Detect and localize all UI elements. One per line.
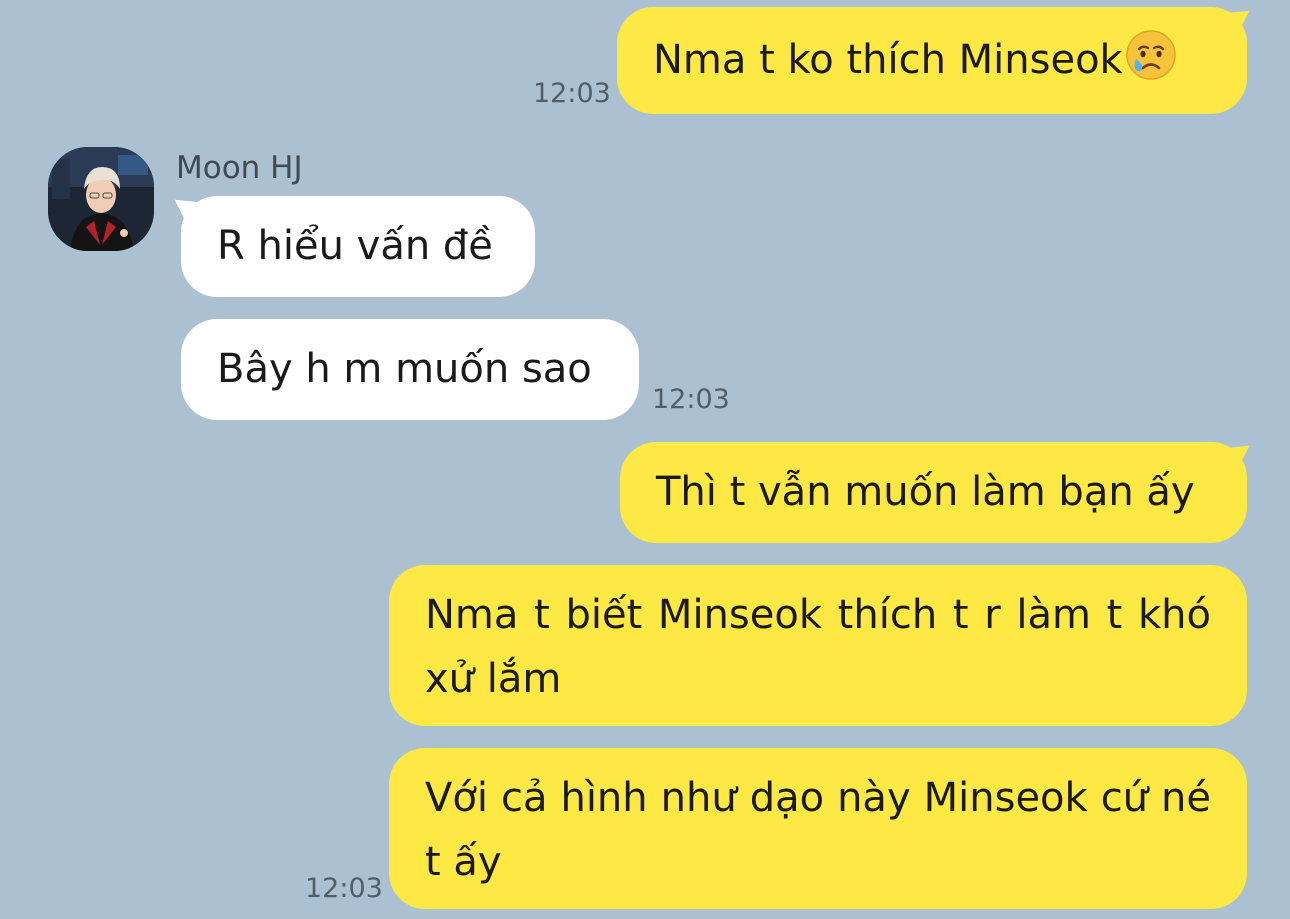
chat-area[interactable]: Nma t ko thích Minseok 12:03 Moon HJ R h…	[0, 0, 1290, 919]
crying-face-icon	[1125, 30, 1176, 80]
timestamp: 12:03	[305, 873, 383, 904]
outgoing-message[interactable]: Nma t ko thích Minseok	[617, 7, 1247, 114]
incoming-message[interactable]: Bây h m muốn sao	[181, 319, 639, 420]
sender-name: Moon HJ	[176, 150, 303, 186]
message-text: R hiểu vấn đề	[217, 223, 493, 269]
timestamp: 12:03	[533, 78, 611, 109]
message-text: Nma t ko thích Minseok	[653, 37, 1123, 83]
outgoing-message[interactable]: Với cả hình như dạo này Minseok cứ né t …	[389, 748, 1247, 909]
message-text: Nma t biết Minseok thích t r làm t khó x…	[425, 592, 1211, 702]
message-text: Thì t vẫn muốn làm bạn ấy	[656, 469, 1195, 515]
timestamp: 12:03	[652, 384, 730, 415]
avatar-photo-icon	[48, 147, 154, 251]
incoming-message[interactable]: R hiểu vấn đề	[181, 196, 535, 297]
outgoing-message[interactable]: Nma t biết Minseok thích t r làm t khó x…	[389, 565, 1247, 726]
message-text: Với cả hình như dạo này Minseok cứ né t …	[425, 775, 1211, 885]
message-text: Bây h m muốn sao	[217, 346, 592, 392]
avatar[interactable]	[48, 147, 154, 251]
outgoing-message[interactable]: Thì t vẫn muốn làm bạn ấy	[620, 442, 1247, 543]
